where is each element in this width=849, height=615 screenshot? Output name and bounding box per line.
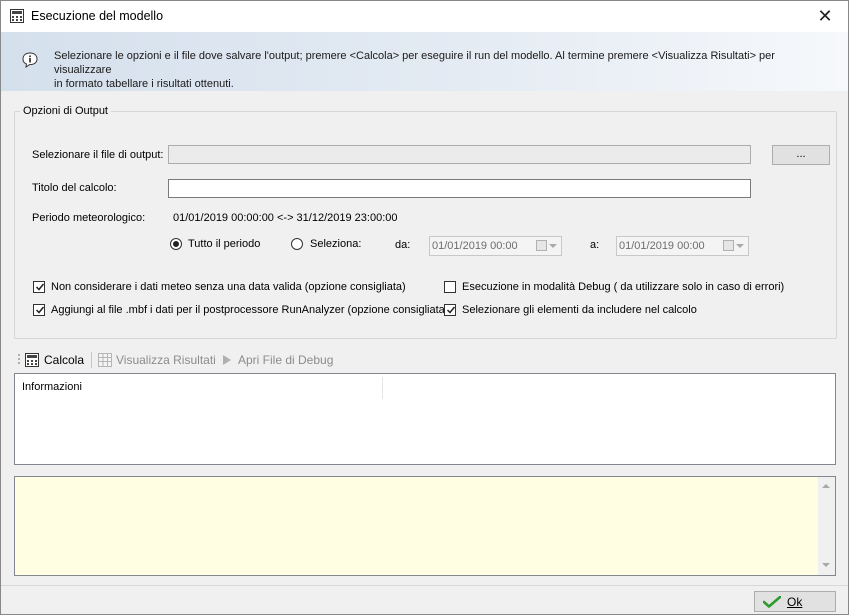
info-bubble-icon [22, 52, 38, 68]
output-file-label: Selezionare il file di output: [32, 149, 164, 161]
from-date-label: da: [395, 239, 411, 251]
dialog-window: Esecuzione del modello ✕ Selezionare le … [0, 0, 849, 615]
checkbox-runanalyzer-data[interactable] [33, 304, 45, 316]
toolbar-grip-icon [18, 354, 20, 364]
visualizza-risultati-label: Visualizza Risultati [116, 353, 216, 367]
to-date-value: 01/01/2019 00:00 [619, 240, 705, 252]
action-toolbar: Calcola Visualizza Risultati Apri File d… [14, 347, 836, 373]
radio-whole-period-label[interactable]: Tutto il periodo [188, 238, 260, 250]
info-message: Selezionare le opzioni e il file dove sa… [54, 49, 834, 91]
chevron-down-icon [736, 244, 744, 248]
calc-title-field[interactable] [168, 179, 751, 198]
ok-button-label: Ok [787, 595, 803, 609]
output-file-field[interactable] [168, 145, 751, 164]
calendar-icon [723, 240, 734, 251]
checkmark-icon [446, 306, 456, 314]
window-title: Esecuzione del modello [31, 9, 164, 23]
checkbox-debug-mode[interactable] [444, 281, 456, 293]
close-button[interactable]: ✕ [802, 1, 848, 32]
info-listview[interactable]: Informazioni [14, 373, 836, 465]
output-options-legend: Opzioni di Output [20, 105, 111, 117]
ok-button[interactable]: Ok [754, 591, 836, 612]
scroll-down-icon[interactable] [822, 563, 830, 567]
chevron-down-icon [549, 244, 557, 248]
column-separator[interactable] [382, 377, 383, 399]
radio-select-period-label[interactable]: Seleziona: [310, 238, 361, 250]
from-date-picker[interactable]: 01/01/2019 00:00 [429, 236, 562, 256]
radio-select-period[interactable] [291, 238, 303, 250]
table-icon [98, 353, 112, 367]
checkbox-select-elements-label[interactable]: Selezionare gli elementi da includere ne… [462, 304, 697, 316]
checkmark-icon [35, 283, 45, 291]
vertical-scrollbar[interactable] [818, 477, 835, 575]
met-period-label: Periodo meteorologico: [32, 212, 146, 224]
title-bar[interactable]: Esecuzione del modello ✕ [1, 1, 848, 32]
calc-title-label: Titolo del calcolo: [32, 182, 117, 194]
browse-button[interactable]: ... [772, 145, 830, 165]
checkmark-icon [35, 306, 45, 314]
calculator-app-icon [10, 9, 24, 23]
checkbox-skip-invalid-meteo[interactable] [33, 281, 45, 293]
info-line-1: Selezionare le opzioni e il file dove sa… [54, 50, 775, 76]
from-date-value: 01/01/2019 00:00 [432, 240, 518, 252]
apri-debug-label: Apri File di Debug [238, 353, 334, 367]
toolbar-separator [91, 352, 92, 368]
checkbox-skip-invalid-meteo-label[interactable]: Non considerare i dati meteo senza una d… [51, 281, 406, 293]
calendar-icon [536, 240, 547, 251]
scroll-up-icon[interactable] [822, 484, 830, 488]
met-period-value: 01/01/2019 00:00:00 <-> 31/12/2019 23:00… [173, 212, 398, 224]
to-date-label: a: [590, 239, 600, 251]
close-icon: ✕ [817, 6, 833, 26]
browse-button-label: ... [796, 148, 806, 160]
info-banner: Selezionare le opzioni e il file dove sa… [1, 32, 848, 91]
info-line-2: in formato tabellare i risultati ottenut… [54, 78, 234, 90]
column-header-informazioni[interactable]: Informazioni [22, 381, 82, 393]
to-date-picker[interactable]: 01/01/2019 00:00 [616, 236, 749, 256]
radio-whole-period[interactable] [170, 238, 182, 250]
checkbox-select-elements[interactable] [444, 304, 456, 316]
checkbox-debug-mode-label[interactable]: Esecuzione in modalità Debug ( da utiliz… [462, 281, 784, 293]
green-check-icon [763, 596, 781, 608]
footer-divider [1, 585, 848, 586]
calcola-label: Calcola [44, 353, 85, 367]
calculator-icon [25, 353, 39, 367]
play-icon [223, 355, 231, 365]
checkbox-runanalyzer-data-label[interactable]: Aggiungi al file .mbf i dati per il post… [51, 304, 448, 316]
log-textarea[interactable] [14, 476, 836, 576]
